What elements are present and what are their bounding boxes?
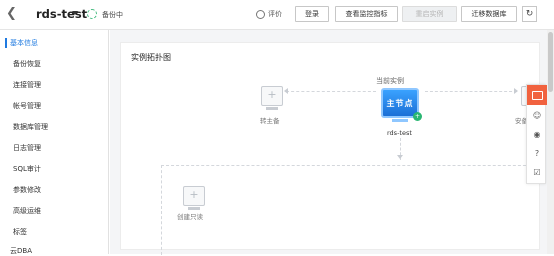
link-right bbox=[425, 91, 517, 92]
sidebar-item-logs[interactable]: 日志管理 bbox=[13, 143, 41, 153]
sidebar-item-tags[interactable]: 标签 bbox=[13, 227, 27, 237]
readonly-area-top bbox=[161, 165, 541, 166]
sidebar-item-backup-restore[interactable]: 备份恢复 bbox=[13, 59, 41, 69]
sidebar-item-sql-audit[interactable]: SQL审计 bbox=[13, 164, 41, 174]
instance-dropdown-caret-icon[interactable] bbox=[72, 11, 78, 15]
sidebar-item-parameters[interactable]: 参数修改 bbox=[13, 185, 41, 195]
main-node-text: 主节点 bbox=[386, 98, 414, 108]
main-content: 实例拓扑图 转主备 当前实例 主节点 + rds-test 安备 创建只读 bbox=[110, 30, 554, 255]
smile-icon bbox=[256, 9, 265, 19]
arrow-down-icon bbox=[397, 155, 403, 159]
main-instance-name: rds-test bbox=[387, 129, 412, 137]
node-stand bbox=[266, 107, 278, 110]
migrate-database-button[interactable]: 迁移数据库 bbox=[461, 6, 517, 22]
sidebar-item-accounts[interactable]: 帐号管理 bbox=[13, 101, 41, 111]
scrollbar-thumb[interactable] bbox=[548, 32, 553, 92]
to-primary-node-icon[interactable] bbox=[261, 86, 283, 106]
arrow-left-icon bbox=[284, 88, 288, 94]
instance-status: 备份中 bbox=[102, 11, 123, 19]
restart-instance-button[interactable]: 重启实例 bbox=[402, 6, 457, 22]
instance-name: rds-test bbox=[36, 7, 88, 21]
floating-toolbar: ☺ ◉ ? ☑ bbox=[526, 84, 547, 184]
main-node-stand bbox=[392, 119, 408, 122]
sidebar-item-basic-info[interactable]: 基本信息 bbox=[10, 38, 38, 48]
topology-card: 实例拓扑图 转主备 当前实例 主节点 + rds-test 安备 创建只读 bbox=[120, 42, 543, 255]
topology-title: 实例拓扑图 bbox=[131, 53, 171, 62]
headset-icon[interactable]: ◉ bbox=[532, 130, 542, 140]
back-arrow-icon[interactable]: ❮ bbox=[6, 7, 20, 21]
login-button[interactable]: 登录 bbox=[295, 6, 329, 22]
node-stand bbox=[188, 207, 200, 210]
view-monitor-button[interactable]: 查看监控指标 bbox=[335, 6, 398, 22]
feedback-icon[interactable] bbox=[527, 85, 547, 105]
help-icon[interactable]: ? bbox=[532, 149, 542, 159]
page-scrollbar[interactable] bbox=[547, 30, 554, 254]
create-readonly-node-icon[interactable] bbox=[183, 186, 205, 206]
refresh-icon[interactable]: ↻ bbox=[522, 6, 537, 22]
current-instance-label: 当前实例 bbox=[376, 77, 404, 85]
active-indicator bbox=[5, 38, 7, 48]
sidebar-item-cloud-dba[interactable]: 云DBA bbox=[10, 246, 32, 256]
link-left bbox=[286, 91, 376, 92]
readonly-area-left bbox=[161, 165, 162, 255]
add-badge-icon[interactable]: + bbox=[413, 112, 422, 121]
sidebar-item-databases[interactable]: 数据库管理 bbox=[13, 122, 48, 132]
rate-button[interactable]: 评价 bbox=[256, 9, 282, 19]
sidebar-item-advanced-ops[interactable]: 高级运维 bbox=[13, 206, 41, 216]
sidebar-item-connection[interactable]: 连接管理 bbox=[13, 80, 41, 90]
smiley-icon[interactable]: ☺ bbox=[532, 111, 542, 121]
top-bar: ❮ rds-test 备份中 评价 登录 查看监控指标 重启实例 迁移数据库 ↻ bbox=[0, 0, 554, 30]
sidebar: 基本信息 备份恢复 连接管理 帐号管理 数据库管理 日志管理 SQL审计 参数修… bbox=[0, 30, 109, 256]
checklist-icon[interactable]: ☑ bbox=[532, 168, 542, 178]
backup-spinner-icon bbox=[87, 9, 97, 19]
create-readonly-label: 创建只读 bbox=[177, 213, 203, 221]
to-primary-label: 转主备 bbox=[260, 117, 280, 125]
arrow-right-icon bbox=[514, 88, 518, 94]
rate-label: 评价 bbox=[268, 10, 282, 18]
